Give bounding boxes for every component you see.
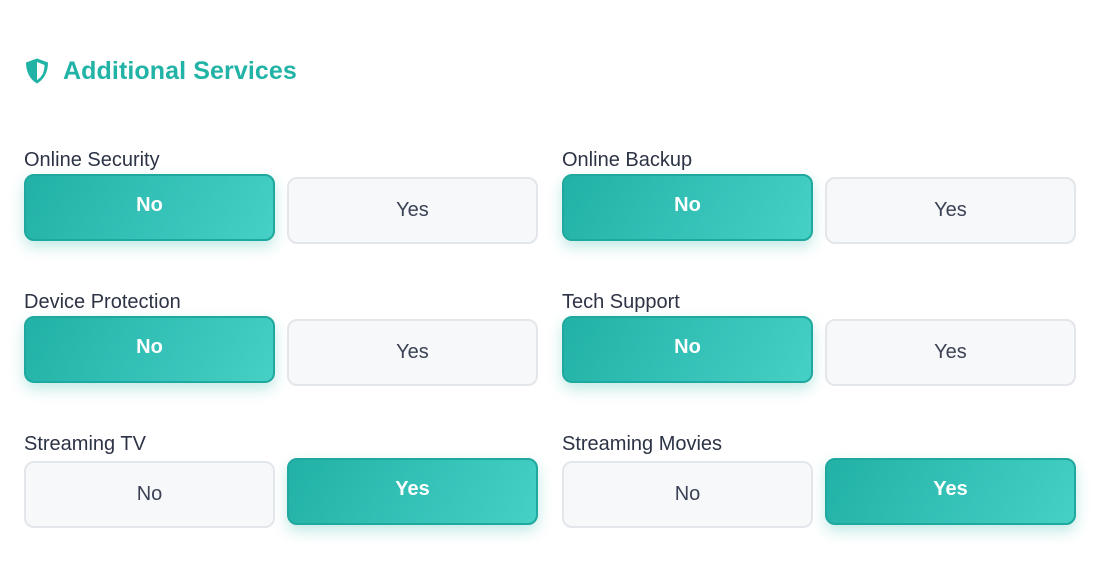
field-online-backup: Online Backup No Yes bbox=[562, 148, 1076, 268]
field-label: Tech Support bbox=[562, 291, 680, 313]
option-yes-button[interactable]: Yes bbox=[287, 177, 538, 244]
field-online-security: Online Security No Yes bbox=[24, 148, 538, 268]
option-no-button[interactable]: No bbox=[24, 461, 275, 528]
option-yes-button[interactable]: Yes bbox=[825, 458, 1076, 525]
option-yes-button[interactable]: Yes bbox=[825, 319, 1076, 386]
field-label: Device Protection bbox=[24, 291, 181, 313]
option-no-button[interactable]: No bbox=[24, 316, 275, 383]
option-no-button[interactable]: No bbox=[562, 174, 813, 241]
option-yes-button[interactable]: Yes bbox=[287, 458, 538, 525]
option-no-button[interactable]: No bbox=[562, 461, 813, 528]
option-no-button[interactable]: No bbox=[24, 174, 275, 241]
field-tech-support: Tech Support No Yes bbox=[562, 290, 1076, 410]
option-yes-button[interactable]: Yes bbox=[825, 177, 1076, 244]
field-label: Online Backup bbox=[562, 149, 693, 171]
field-label: Online Security bbox=[24, 149, 160, 171]
section-header: Additional Services bbox=[24, 55, 297, 87]
field-device-protection: Device Protection No Yes bbox=[24, 290, 538, 410]
field-label: Streaming TV bbox=[24, 433, 146, 455]
field-streaming-tv: Streaming TV No Yes bbox=[24, 432, 538, 552]
option-no-button[interactable]: No bbox=[562, 316, 813, 383]
section-title: Additional Services bbox=[63, 56, 297, 85]
option-yes-button[interactable]: Yes bbox=[287, 319, 538, 386]
shield-icon bbox=[26, 58, 48, 84]
field-streaming-movies: Streaming Movies No Yes bbox=[562, 432, 1076, 552]
field-label: Streaming Movies bbox=[562, 433, 723, 455]
